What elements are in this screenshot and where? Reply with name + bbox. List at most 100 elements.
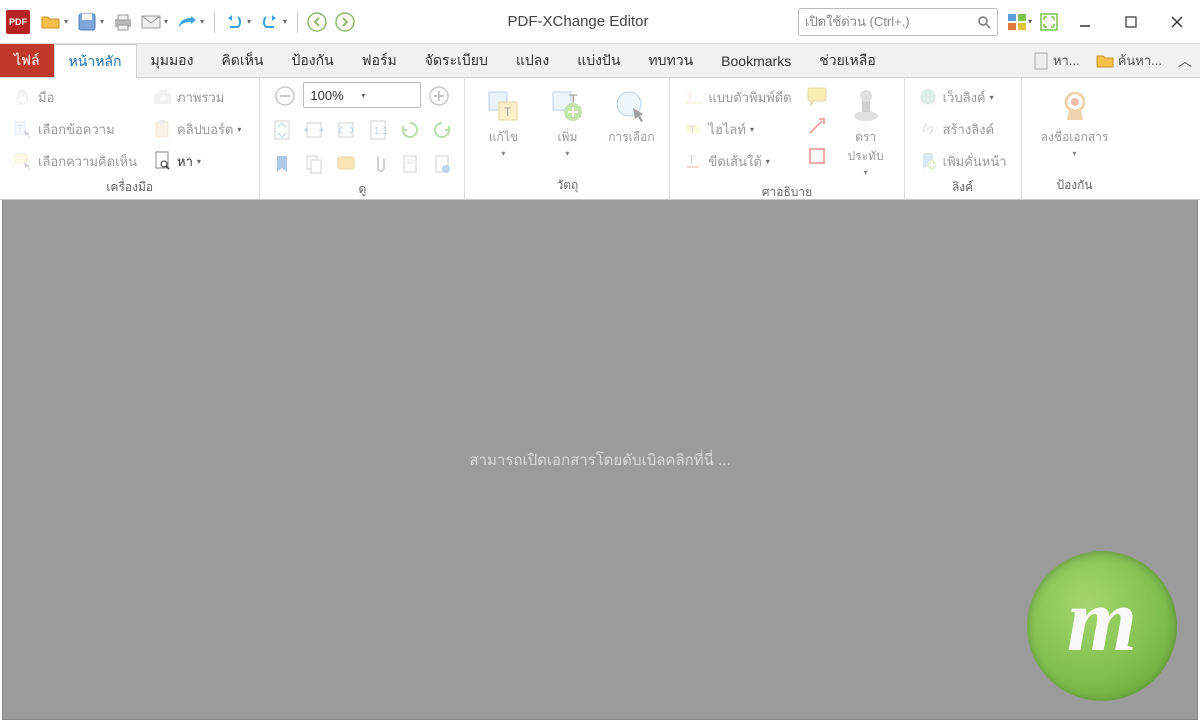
collapse-ribbon-button[interactable]: ︿	[1170, 44, 1200, 77]
copy-button[interactable]	[300, 150, 328, 178]
find-btn-label: หา	[177, 151, 193, 172]
rotate-ccw-button[interactable]	[396, 116, 424, 144]
fit-visible-button[interactable]	[332, 116, 360, 144]
tab-comment[interactable]: คิดเห็น	[207, 44, 277, 77]
chevron-down-icon: ▾	[750, 125, 758, 134]
tab-help[interactable]: ช่วยเหลือ	[805, 44, 890, 77]
group-tools: มือ Tเลือกข้อความ เลือกความคิดเห็น ภาพรว…	[0, 78, 260, 199]
email-dropdown[interactable]: ▾	[164, 17, 172, 26]
chevron-down-icon: ▾	[864, 168, 868, 177]
folder-search-icon	[1096, 53, 1114, 69]
group-tools-label: เครื่องมือ	[8, 176, 251, 201]
redo-dropdown[interactable]: ▾	[283, 17, 291, 26]
attach-button[interactable]	[364, 150, 392, 178]
edit-icon: T	[483, 86, 523, 126]
snapshot-button[interactable]: ภาพรวม	[147, 82, 251, 112]
zoom-combo[interactable]: 100%▾	[303, 82, 421, 108]
search-tool[interactable]: ค้นหา...	[1088, 44, 1170, 77]
fit-width-button[interactable]	[300, 116, 328, 144]
nav-forward-button[interactable]	[332, 9, 358, 35]
actual-size-button[interactable]: 1:1	[364, 116, 392, 144]
page-settings-button[interactable]	[428, 150, 456, 178]
select-object-button[interactable]: การเลือก	[601, 82, 661, 151]
note-button[interactable]	[332, 150, 360, 178]
chevron-down-icon: ▾	[237, 125, 245, 134]
hand-tool-button[interactable]: มือ	[8, 82, 143, 112]
rectangle-tool-button[interactable]	[803, 142, 831, 170]
group-annotate: Tแบบตัวพิมพ์ดีด Tไฮไลท์▾ Tขีดเส้นใต้▾ ตร…	[670, 78, 904, 199]
email-button[interactable]	[138, 9, 164, 35]
document-workspace[interactable]: สามารถเปิดเอกสารโดยดับเบิลคลิกที่นี่ ...…	[2, 200, 1198, 720]
weblinks-button[interactable]: เว็บลิงค์▾	[913, 82, 1013, 112]
sign-document-button[interactable]: ลงชื่อเอกสาร▾	[1030, 82, 1120, 162]
sticky-note-button[interactable]	[803, 82, 831, 110]
tab-file[interactable]: ไฟล์	[0, 44, 54, 77]
print-button[interactable]	[110, 9, 136, 35]
globe-icon	[919, 88, 937, 106]
find-button[interactable]: หา ▾	[147, 146, 251, 176]
page-properties-button[interactable]	[396, 150, 424, 178]
tab-home[interactable]: หน้าหลัก	[54, 44, 137, 78]
select-comments-button[interactable]: เลือกความคิดเห็น	[8, 146, 143, 176]
quick-launch-input[interactable]: เปิดใช้ด่วน (Ctrl+.)	[798, 8, 998, 36]
watermark-logo: m	[1027, 551, 1177, 701]
close-button[interactable]	[1154, 6, 1200, 38]
zoom-value: 100%	[310, 88, 363, 103]
stamp-button[interactable]: ตราประทับ▾	[836, 82, 896, 181]
select-text-label: เลือกข้อความ	[38, 119, 115, 140]
typewriter-label: แบบตัวพิมพ์ดีด	[708, 87, 791, 108]
group-view: 100%▾ 1:1 ดู	[260, 78, 465, 199]
snapshot-label: ภาพรวม	[177, 87, 224, 108]
clipboard-button[interactable]: คลิปบอร์ด▾	[147, 114, 251, 144]
tab-share[interactable]: แบ่งปัน	[563, 44, 634, 77]
window-title: PDF-XChange Editor	[358, 13, 798, 30]
search-icon	[977, 15, 991, 29]
zoom-out-button[interactable]	[271, 82, 299, 110]
open-dropdown[interactable]: ▾	[64, 17, 72, 26]
zoom-in-button[interactable]	[425, 82, 453, 110]
chevron-down-icon: ▾	[361, 91, 414, 100]
arrow-tool-button[interactable]	[803, 112, 831, 140]
ui-options-dropdown[interactable]: ▾	[1028, 17, 1036, 26]
typewriter-button[interactable]: Tแบบตัวพิมพ์ดีด	[678, 82, 797, 112]
bookmark-pane-button[interactable]	[268, 150, 296, 178]
chevron-down-icon: ▾	[197, 157, 205, 166]
rotate-cw-button[interactable]	[428, 116, 456, 144]
redo-button[interactable]	[257, 9, 283, 35]
add-bookmark-button[interactable]: เพิ่มคั่นหน้า	[913, 146, 1013, 176]
tab-convert[interactable]: แปลง	[502, 44, 563, 77]
add-object-button[interactable]: T เพิ่ม▾	[537, 82, 597, 162]
search-label: ค้นหา...	[1118, 50, 1162, 71]
tab-form[interactable]: ฟอร์ม	[348, 44, 411, 77]
tab-view[interactable]: มุมมอง	[137, 44, 208, 77]
fullscreen-button[interactable]	[1036, 9, 1062, 35]
select-text-button[interactable]: Tเลือกข้อความ	[8, 114, 143, 144]
ui-options-button[interactable]	[1004, 9, 1030, 35]
fit-page-button[interactable]	[268, 116, 296, 144]
tab-bookmarks[interactable]: Bookmarks	[707, 44, 805, 77]
signature-icon	[1055, 86, 1095, 126]
undo-dropdown[interactable]: ▾	[247, 17, 255, 26]
app-icon: PDF	[6, 10, 30, 34]
underline-button[interactable]: Tขีดเส้นใต้▾	[678, 146, 797, 176]
save-button[interactable]	[74, 9, 100, 35]
tab-protect[interactable]: ป้องกัน	[277, 44, 347, 77]
maximize-button[interactable]	[1108, 6, 1154, 38]
nav-back-button[interactable]	[304, 9, 330, 35]
edit-object-button[interactable]: T แก้ไข▾	[473, 82, 533, 162]
find-tool[interactable]: หา...	[1025, 44, 1088, 77]
hand-icon	[14, 88, 32, 106]
tab-review[interactable]: ทบทวน	[634, 44, 707, 77]
tab-organize[interactable]: จัดระเบียบ	[411, 44, 502, 77]
highlight-button[interactable]: Tไฮไลท์▾	[678, 114, 797, 144]
save-dropdown[interactable]: ▾	[100, 17, 108, 26]
quick-access-toolbar: ▾ ▾ ▾ ▾ ▾ ▾	[38, 9, 358, 35]
share-dropdown[interactable]: ▾	[200, 17, 208, 26]
undo-button[interactable]	[221, 9, 247, 35]
create-link-button[interactable]: สร้างลิงค์	[913, 114, 1013, 144]
svg-text:T: T	[688, 153, 696, 167]
share-button[interactable]	[174, 9, 200, 35]
minimize-button[interactable]	[1062, 6, 1108, 38]
sign-label: ลงชื่อเอกสาร	[1041, 128, 1109, 147]
open-button[interactable]	[38, 9, 64, 35]
